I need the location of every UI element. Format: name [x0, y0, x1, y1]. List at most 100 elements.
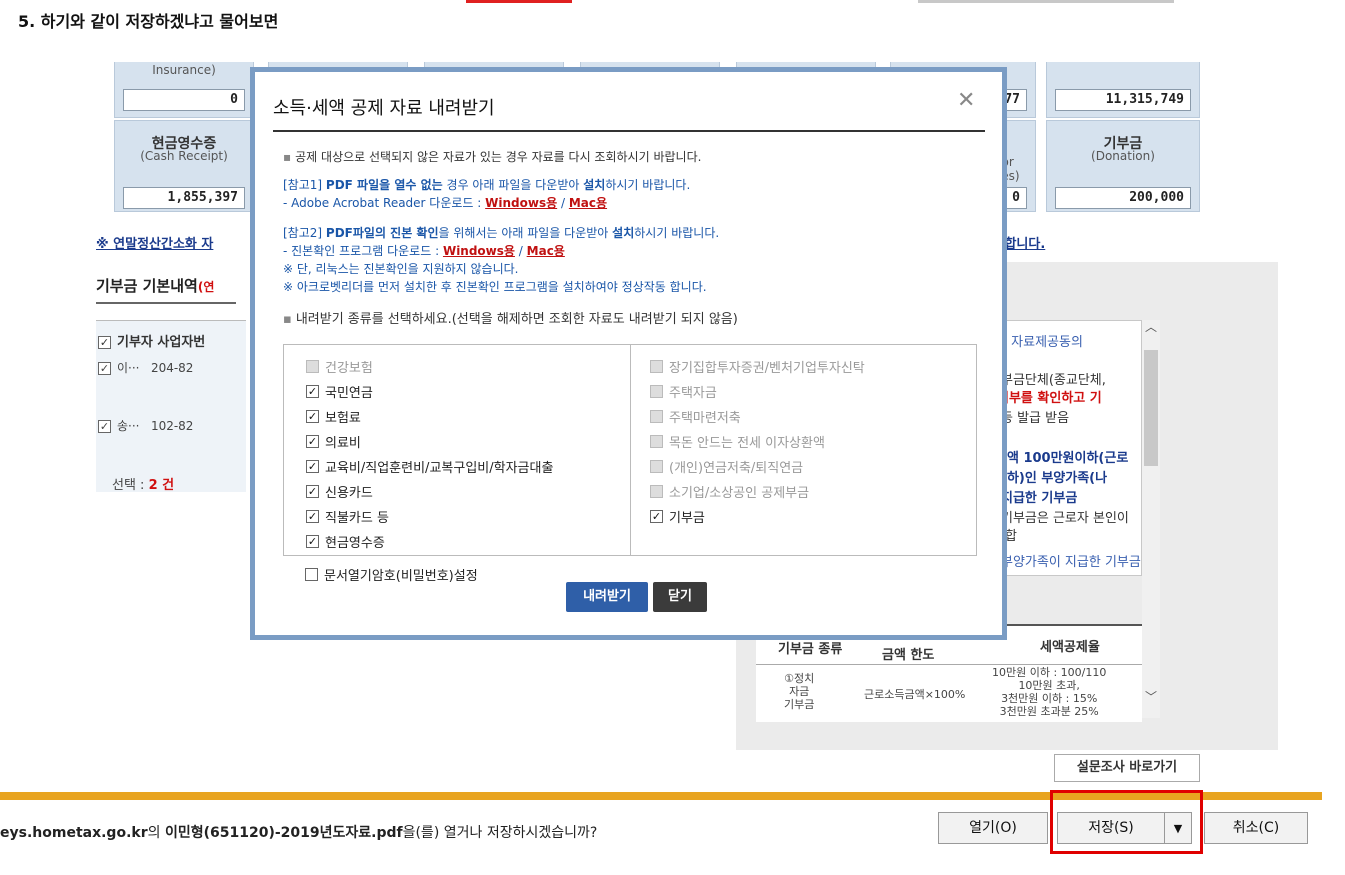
checkbox[interactable]: ✓ [306, 385, 319, 398]
option-credit-card[interactable]: ✓ 신용카드 [306, 482, 373, 501]
scrollbar-thumb[interactable] [1144, 350, 1158, 466]
modal-notice1: ▪ 공제 대상으로 선택되지 않은 자료가 있는 경우 자료를 다시 조회하시기 … [283, 150, 702, 164]
ref1-suffix: 하시기 바랍니다. [605, 178, 691, 192]
table-row[interactable]: ✓ 송··· 102-82 [96, 417, 246, 434]
info-line: 이하)인 부양가족(나 [995, 471, 1108, 486]
checkbox[interactable]: ✓ [306, 535, 319, 548]
option-housing-fund: 주택자금 [650, 382, 717, 401]
limit-col1: 기부금 종류 [778, 642, 843, 657]
info-line: 부양가족이 지급한 기부금은 [1001, 555, 1142, 570]
checkbox [650, 385, 663, 398]
checkbox [306, 360, 319, 373]
cancel-button[interactable]: 취소(C) [1204, 812, 1308, 844]
verify-mac-link[interactable]: Mac용 [527, 244, 565, 258]
info-scrollbar[interactable]: ︿ ﹀ [1142, 320, 1160, 718]
donation-section-title: 기부금 기본내역(연 [96, 275, 214, 296]
section-title-suffix: (연 [197, 280, 215, 294]
limit-row-type: ①정치 자금 기부금 [784, 672, 815, 711]
ref2-line2-prefix: - 진본확인 프로그램 다운로드 : [283, 244, 440, 258]
slash: / [560, 196, 566, 210]
document-password-option[interactable]: 문서열기암호(비밀번호)설정 [305, 565, 478, 584]
option-label: 국민연금 [325, 386, 373, 401]
select-all-checkbox[interactable]: ✓ [98, 336, 111, 349]
option-cash-receipt[interactable]: ✓ 현금영수증 [306, 532, 385, 551]
checkbox[interactable] [305, 568, 318, 581]
notice2-text: 내려받기 종류를 선택하세요.(선택을 해제하면 조회한 자료도 내려받기 되지… [295, 312, 738, 327]
option-insurance-premium[interactable]: ✓ 보험료 [306, 407, 361, 426]
info-line: 여부를 확인하고 기 [997, 391, 1102, 406]
option-label: 건강보험 [325, 361, 373, 376]
option-label: 문서열기암호(비밀번호)설정 [324, 569, 478, 584]
card-caption: (Cash Receipt) [140, 149, 228, 163]
limit-row-rate: 10만원 이하 : 100/110 10만원 초과, 3천만원 이하 : 15%… [992, 666, 1107, 718]
checkbox[interactable]: ✓ [306, 460, 319, 473]
chevron-down-icon[interactable]: ﹀ [1144, 690, 1158, 704]
row-checkbox[interactable]: ✓ [98, 420, 111, 433]
chevron-up-icon[interactable]: ︿ [1144, 320, 1158, 334]
acrobat-mac-link[interactable]: Mac용 [569, 196, 607, 210]
ref1-bold: PDF 파일을 열수 없는 [325, 178, 443, 192]
options-divider [630, 345, 631, 555]
option-long-term-fund: 장기집합투자증권/벤처기업투자신탁 [650, 357, 865, 376]
option-education[interactable]: ✓ 교육비/직업훈련비/교복구입비/학자금대출 [306, 457, 553, 476]
limit-row-limit: 근로소득금액×100% [864, 688, 966, 701]
option-pension-savings: (개인)연금저축/퇴직연금 [650, 457, 803, 476]
row-checkbox[interactable]: ✓ [98, 362, 111, 375]
row-donor: 송··· [117, 419, 140, 433]
info-line: 기부금은 근로자 본인이 [1001, 511, 1129, 526]
header-bizno: 사업자번 [157, 335, 206, 350]
simplified-notice-link[interactable]: ※ 연말정산간소화 자 [96, 233, 213, 252]
survey-button[interactable]: 설문조사 바로가기 [1054, 754, 1200, 782]
ref2-bold: PDF파일의 진본 확인 [325, 226, 439, 240]
option-label: 주택자금 [669, 386, 717, 401]
ref2-bold2: 설치 [612, 226, 635, 240]
save-highlight-annotation [1050, 790, 1203, 854]
option-label: 목돈 안드는 전세 이자상환액 [669, 436, 825, 451]
checkbox [650, 460, 663, 473]
acrobat-windows-link[interactable]: Windows용 [485, 196, 557, 210]
option-label: 소기업/소상공인 공제부금 [669, 486, 810, 501]
donation-card: 기부금 (Donation) 200,000 [1046, 120, 1200, 212]
option-medical[interactable]: ✓ 의료비 [306, 432, 361, 451]
cash-receipt-card: 현금영수증 (Cash Receipt) 1,855,397 [114, 120, 254, 212]
checkbox [650, 485, 663, 498]
modal-title-rule [273, 130, 985, 132]
limit-rule [756, 664, 1142, 665]
card-value: 1,855,397 [123, 187, 245, 209]
checkbox[interactable]: ✓ [306, 435, 319, 448]
open-button[interactable]: 열기(O) [938, 812, 1048, 844]
verify-windows-link[interactable]: Windows용 [443, 244, 515, 258]
option-donation[interactable]: ✓ 기부금 [650, 507, 705, 526]
row-bizno: 102-82 [150, 419, 194, 433]
card-value: 200,000 [1055, 187, 1191, 209]
option-national-pension[interactable]: ✓ 국민연금 [306, 382, 373, 401]
option-jeonse-interest: 목돈 안드는 전세 이자상환액 [650, 432, 825, 451]
insurance-card: Insurance) 0 [114, 62, 254, 118]
table-row[interactable]: ✓ 이··· 204-82 [96, 359, 246, 376]
checkbox[interactable]: ✓ [306, 485, 319, 498]
option-debit-card[interactable]: ✓ 직불카드 등 [306, 507, 389, 526]
section-title-text: 기부금 기본내역 [96, 277, 198, 295]
ref2-line1: [참고2] PDF파일의 진본 확인을 위해서는 아래 파일을 다운받아 설치하… [283, 224, 719, 241]
card-caption: (Donation) [1091, 149, 1155, 163]
option-housing-savings: 주택마련저축 [650, 407, 741, 426]
step-heading: 5. 하기와 같이 저장하겠냐고 물어보면 [18, 12, 279, 31]
close-icon[interactable]: ✕ [957, 90, 975, 112]
card-value: 11,315,749 [1055, 89, 1191, 111]
download-filename: 이민형(651120)-2019년도자료.pdf [164, 825, 403, 841]
checkbox[interactable]: ✓ [650, 510, 663, 523]
download-type-options: 건강보험 ✓ 국민연금 ✓ 보험료 ✓ 의료비 ✓ 교육비/직업훈련비/교복구입비/학자… [283, 344, 977, 556]
ref1-prefix: [참고1] [283, 178, 323, 192]
row-bizno: 204-82 [150, 361, 194, 375]
modal-close-button[interactable]: 닫기 [653, 582, 707, 612]
download-question: eys.hometax.go.kr의 이민형(651120)-2019년도자료.… [0, 822, 597, 842]
checkbox[interactable]: ✓ [306, 510, 319, 523]
checkbox[interactable]: ✓ [306, 410, 319, 423]
checkbox [650, 360, 663, 373]
info-line: 등 발급 받음 [1001, 411, 1070, 426]
download-button[interactable]: 내려받기 [566, 582, 648, 612]
ref2-prefix: [참고2] [283, 226, 323, 240]
section-rule [96, 302, 236, 304]
option-health-insurance: 건강보험 [306, 357, 373, 376]
download-host: eys.hometax.go.kr [0, 825, 148, 841]
